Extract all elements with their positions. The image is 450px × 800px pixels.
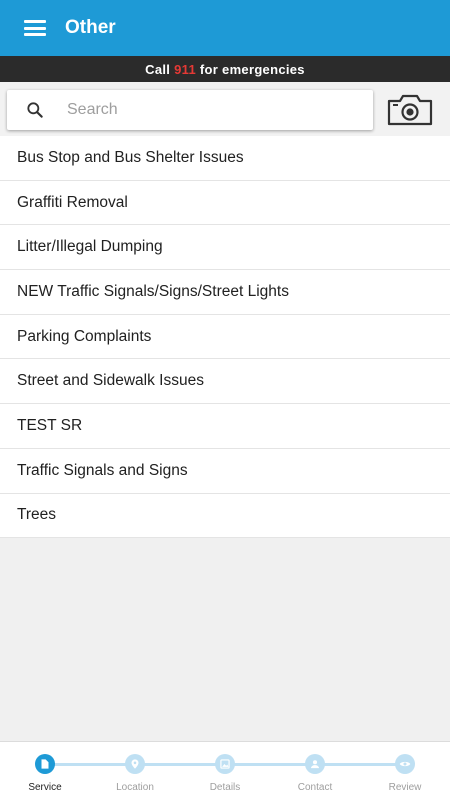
list-item[interactable]: Traffic Signals and Signs [0, 449, 450, 494]
page-title: Other [65, 17, 116, 38]
list-item[interactable]: TEST SR [0, 404, 450, 449]
list-item[interactable]: Litter/Illegal Dumping [0, 225, 450, 271]
step-service[interactable]: Service [0, 742, 90, 800]
list-item[interactable]: NEW Traffic Signals/Signs/Street Lights [0, 270, 450, 315]
eye-icon [395, 754, 415, 774]
step-contact[interactable]: Contact [270, 742, 360, 800]
search-bar [0, 82, 450, 136]
step-navigation: Service Location Details Contact Review [0, 741, 450, 800]
step-location[interactable]: Location [90, 742, 180, 800]
app-bar: Other [0, 0, 450, 56]
emergency-suffix: for emergencies [195, 61, 305, 77]
emergency-number[interactable]: 911 [174, 62, 196, 77]
emergency-banner: Call 911 for emergencies [0, 56, 450, 82]
list-item[interactable]: Bus Stop and Bus Shelter Issues [0, 136, 450, 181]
step-label: Location [116, 782, 154, 793]
image-icon [215, 754, 235, 774]
list-item[interactable]: Graffiti Removal [0, 181, 450, 226]
step-label: Details [209, 782, 241, 793]
step-label: Service [28, 782, 62, 793]
service-list: Bus Stop and Bus Shelter Issues Graffiti … [0, 136, 450, 539]
location-pin-icon [125, 754, 145, 774]
list-item[interactable]: Parking Complaints [0, 315, 450, 360]
camera-icon[interactable] [385, 92, 435, 128]
search-icon [27, 102, 43, 118]
person-icon [305, 754, 325, 774]
list-item[interactable]: Street and Sidewalk Issues [0, 359, 450, 405]
step-details[interactable]: Details [180, 742, 270, 800]
search-input[interactable] [67, 101, 337, 119]
step-label: Contact [297, 782, 333, 793]
menu-icon[interactable] [24, 20, 46, 36]
document-icon [35, 754, 55, 774]
step-review[interactable]: Review [360, 742, 450, 800]
emergency-prefix: Call [145, 61, 175, 77]
list-item[interactable]: Trees [0, 494, 450, 539]
step-label: Review [388, 782, 422, 793]
search-box[interactable] [7, 90, 373, 130]
